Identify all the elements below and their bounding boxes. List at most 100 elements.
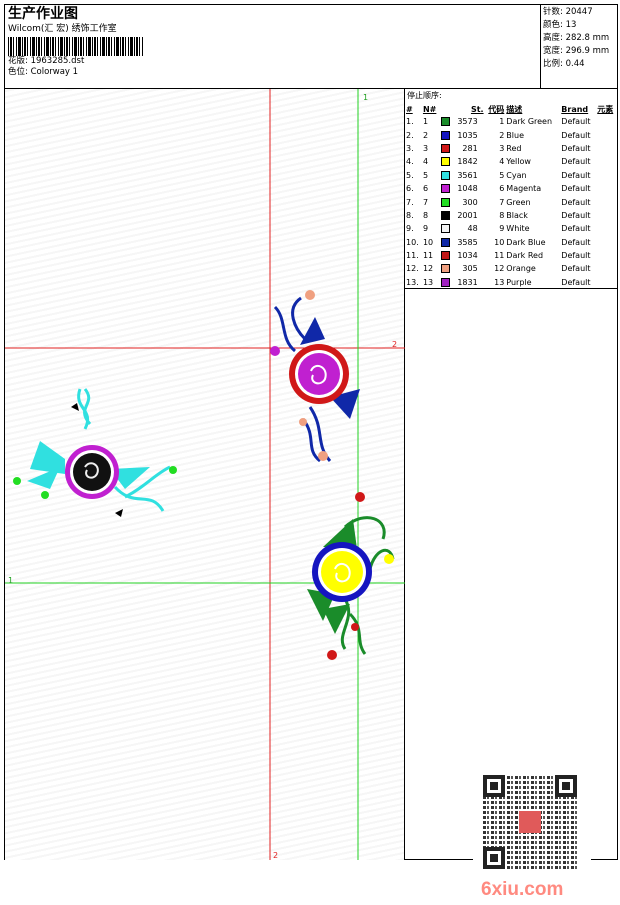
cell-code: 1 — [499, 117, 505, 127]
barcode — [8, 37, 144, 56]
width-value: 296.9 mm — [565, 46, 610, 56]
cell-code: 6 — [499, 184, 505, 194]
table-row: 1. 1 3573 1 Dark Green Default — [405, 115, 617, 128]
stitch-count: 281 — [462, 143, 478, 153]
cell-stitches: 1048 — [440, 182, 485, 195]
cell-stitches: 48 — [440, 222, 485, 235]
cell-desc: Cyan — [506, 170, 527, 180]
table-row: 2. 2 1035 2 Blue Default — [405, 128, 617, 141]
cell-code: 4 — [499, 157, 505, 167]
cell-n: 13 — [422, 277, 434, 287]
height-stat: 高度: 282.8 mm — [543, 32, 616, 45]
color-swatch — [440, 210, 450, 220]
width-stat: 宽度: 296.9 mm — [543, 45, 616, 58]
cell-idx: 7. — [406, 197, 414, 207]
table-row: 13. 13 1831 13 Purple Default — [405, 276, 617, 289]
cell-brand: Default — [561, 184, 591, 194]
cell-n: 12 — [422, 264, 434, 274]
column-header: St. — [470, 104, 484, 114]
cell-code: 12 — [494, 264, 505, 274]
cell-brand: Default — [561, 170, 591, 180]
table-row: 6. 6 1048 6 Magenta Default — [405, 182, 617, 195]
cell-desc: Yellow — [506, 157, 531, 167]
cell-idx: 6. — [406, 184, 414, 194]
page-title: 生产作业图 — [8, 6, 78, 22]
cell-n: 10 — [422, 237, 434, 247]
scale-label: 比例: — [543, 59, 563, 69]
table-row: 11. 11 1034 11 Dark Red Default — [405, 249, 617, 262]
guide-label-top: 1 — [363, 93, 368, 102]
stitch-count: 1048 — [457, 184, 478, 194]
cell-n: 3 — [422, 143, 429, 153]
cell-brand: Default — [561, 264, 591, 274]
stop-sequence-title: 停止顺序: — [407, 91, 442, 100]
stitch-count: 3573 — [457, 117, 478, 127]
stitch-count: 305 — [462, 264, 478, 274]
color-table: # N# St. 代码 描述 Brand 元素 1. 1 3573 1 Dark Green Defa… — [405, 103, 617, 289]
cell-desc: Orange — [506, 264, 536, 274]
cell-stitches: 281 — [440, 142, 485, 155]
cell-brand: Default — [561, 224, 591, 234]
cell-element — [596, 209, 617, 222]
cell-idx: 5. — [406, 170, 414, 180]
cell-brand: Default — [561, 251, 591, 261]
cell-element — [596, 128, 617, 141]
cell-code: 10 — [494, 237, 505, 247]
cell-desc: Blue — [506, 130, 524, 140]
cell-stitches: 3585 — [440, 236, 485, 249]
cell-stitches: 1842 — [440, 155, 485, 168]
color-swatch — [440, 130, 450, 140]
color-swatch — [440, 143, 450, 153]
stitch-count: 1034 — [457, 251, 478, 261]
cell-brand: Default — [561, 157, 591, 167]
guide-label-bottom: 2 — [273, 851, 278, 860]
colorway-label: 色位: — [8, 67, 28, 77]
color-swatch — [440, 224, 450, 234]
production-sheet: 生产作业图 Wilcom(汇 宏) 绣饰工作室 花版: 1963285.dst … — [4, 4, 618, 905]
cell-stitches: 305 — [440, 262, 485, 275]
cell-idx: 9. — [406, 224, 414, 234]
table-body: 1. 1 3573 1 Dark Green Default 2. 2 1035 2 Blue Def… — [405, 115, 617, 289]
stitch-count: 48 — [467, 224, 478, 234]
cell-idx: 4. — [406, 157, 414, 167]
color-swatch — [440, 277, 450, 287]
scale-value: 0.44 — [565, 59, 585, 69]
cell-n: 7 — [422, 197, 429, 207]
cell-brand: Default — [561, 277, 591, 287]
seal-stamp — [519, 811, 541, 833]
table-row: 10. 10 3585 10 Dark Blue Default — [405, 236, 617, 249]
cell-n: 11 — [422, 251, 434, 261]
cell-code: 9 — [499, 224, 505, 234]
stitch-count: 1831 — [457, 277, 478, 287]
cell-stitches: 3573 — [440, 115, 485, 128]
stitch-count: 3561 — [457, 170, 478, 180]
cell-stitches: 1034 — [440, 249, 485, 262]
stop-sequence-panel: 停止顺序: # N# St. 代码 描述 Brand 元素 1. 1 3573 1 Dark Gre… — [405, 89, 618, 289]
height-value: 282.8 mm — [565, 33, 610, 43]
cell-idx: 3. — [406, 143, 414, 153]
design-value: 1963285.dst — [30, 56, 85, 66]
cell-element — [596, 115, 617, 128]
table-row: 9. 9 48 9 White Default — [405, 222, 617, 235]
color-swatch — [440, 170, 450, 180]
table-row: 5. 5 3561 5 Cyan Default — [405, 169, 617, 182]
stitch-count: 3585 — [457, 237, 478, 247]
cell-desc: Red — [506, 143, 522, 153]
color-swatch — [440, 251, 450, 261]
stitch-count: 1035 — [457, 130, 478, 140]
embroidery-canvas: 1 2 1 2 — [5, 89, 405, 860]
table-row: 12. 12 305 12 Orange Default — [405, 262, 617, 275]
cell-desc: Black — [506, 210, 528, 220]
magenta-flower-motif — [270, 290, 360, 463]
cell-desc: Purple — [506, 277, 532, 287]
cell-code: 13 — [494, 277, 505, 287]
cell-idx: 11. — [406, 251, 419, 261]
stitch-count: 2001 — [457, 210, 478, 220]
cell-element — [596, 195, 617, 208]
cell-stitches: 2001 — [440, 209, 485, 222]
cell-idx: 2. — [406, 130, 414, 140]
cell-idx: 12. — [406, 264, 419, 274]
guide-label-right: 2 — [392, 340, 397, 349]
color-swatch — [440, 237, 450, 247]
colorway: 色位: Colorway 1 — [8, 67, 537, 78]
